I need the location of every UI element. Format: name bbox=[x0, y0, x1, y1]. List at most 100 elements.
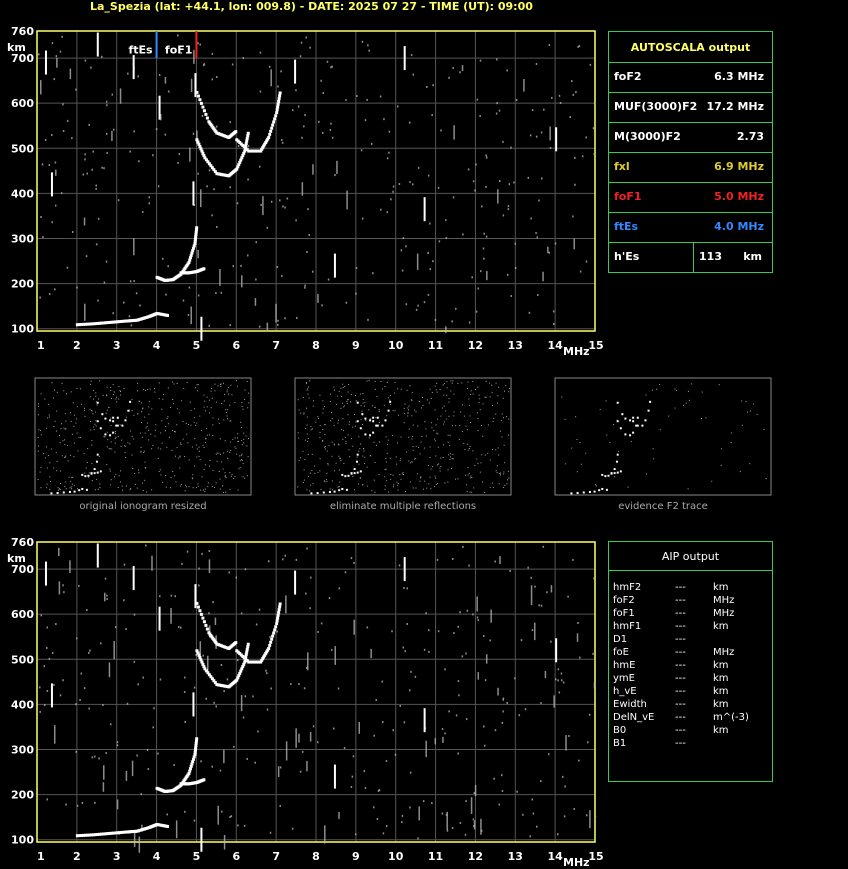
noise-dot bbox=[338, 811, 340, 819]
trace-point-f2_x bbox=[278, 605, 282, 609]
noise-dot bbox=[102, 704, 104, 707]
noise-dot bbox=[277, 85, 279, 88]
thumbnail-noise bbox=[492, 421, 494, 423]
noise-dot bbox=[543, 108, 545, 111]
x-tick-label: 13 bbox=[508, 339, 523, 352]
thumbnail-noise bbox=[91, 444, 93, 446]
thumbnail-noise bbox=[247, 438, 249, 440]
thumbnail-noise bbox=[312, 482, 314, 484]
noise-dot bbox=[106, 104, 108, 107]
trace-point-f2_second bbox=[205, 116, 209, 120]
noise-dot bbox=[197, 294, 200, 297]
noise-dot bbox=[585, 260, 588, 263]
noise-dot bbox=[105, 132, 108, 135]
thumbnail-noise bbox=[310, 472, 312, 474]
thumbnail-noise bbox=[375, 417, 377, 419]
thumbnail-noise bbox=[585, 452, 587, 454]
noise-dot bbox=[397, 105, 399, 108]
thumbnail-noise bbox=[110, 484, 112, 486]
thumbnail-noise bbox=[309, 490, 311, 492]
noise-dot bbox=[508, 183, 511, 186]
thumbnail-noise bbox=[230, 420, 232, 422]
thumbnail-noise bbox=[80, 403, 82, 405]
thumbnail-trace bbox=[601, 473, 604, 476]
noise-dot bbox=[381, 680, 384, 683]
thumbnail-noise bbox=[457, 382, 459, 384]
thumbnail-noise bbox=[44, 398, 46, 400]
thumbnail-noise bbox=[165, 426, 167, 428]
thumbnail-noise bbox=[331, 489, 333, 491]
thumbnail-noise bbox=[248, 402, 250, 404]
thumbnail-noise bbox=[137, 390, 139, 392]
thumbnail-noise bbox=[399, 459, 401, 461]
thumbnail-noise bbox=[674, 388, 676, 390]
thumbnail-noise bbox=[220, 385, 222, 387]
noise-dot bbox=[76, 637, 78, 640]
thumbnail-noise bbox=[507, 470, 509, 472]
noise-dot bbox=[223, 690, 225, 693]
noise-dot bbox=[95, 184, 97, 187]
noise-dot bbox=[111, 130, 113, 141]
noise-dot bbox=[86, 172, 88, 175]
noise-dot bbox=[572, 93, 575, 96]
thumbnail-noise bbox=[176, 447, 178, 449]
noise-dot bbox=[533, 622, 536, 641]
y-tick-label: 760 bbox=[11, 25, 34, 38]
thumbnail-noise bbox=[172, 398, 174, 400]
trace-spike bbox=[333, 253, 336, 278]
thumbnail-noise bbox=[469, 415, 471, 417]
noise-dot bbox=[75, 750, 78, 753]
thumbnail-noise bbox=[151, 489, 153, 491]
thumbnail-noise bbox=[371, 490, 373, 492]
aip-label: hmF2 bbox=[613, 582, 642, 593]
thumbnail-noise bbox=[114, 442, 116, 444]
aip-unit: km bbox=[713, 699, 729, 710]
thumbnail-noise bbox=[115, 432, 117, 434]
thumbnail-noise bbox=[467, 474, 469, 476]
thumbnail-noise bbox=[180, 483, 182, 485]
noise-dot bbox=[482, 247, 485, 250]
noise-dot bbox=[388, 151, 390, 154]
trace-point-f2_x bbox=[277, 608, 281, 612]
thumbnail-noise bbox=[497, 447, 499, 449]
noise-dot bbox=[451, 320, 453, 323]
thumbnail-noise bbox=[131, 454, 133, 456]
noise-dot bbox=[502, 710, 504, 713]
thumbnail-noise bbox=[324, 424, 326, 426]
thumbnail-noise bbox=[477, 386, 479, 388]
thumbnail-noise bbox=[214, 390, 216, 392]
trace-point-f2_second bbox=[202, 620, 206, 624]
y-tick-label: 100 bbox=[11, 323, 34, 336]
noise-dot bbox=[370, 648, 372, 659]
aip-value: --- bbox=[675, 634, 686, 645]
thumbnail-noise bbox=[157, 457, 159, 459]
noise-dot bbox=[300, 41, 303, 44]
noise-dot bbox=[461, 655, 464, 658]
noise-dot bbox=[412, 73, 415, 76]
noise-dot bbox=[95, 187, 97, 190]
thumbnail-noise bbox=[184, 456, 186, 458]
noise-dot bbox=[129, 150, 131, 153]
noise-dot bbox=[40, 216, 42, 219]
thumbnail-noise bbox=[388, 491, 390, 493]
thumbnail-noise bbox=[196, 422, 198, 424]
trace-point-f2_x bbox=[275, 111, 279, 115]
noise-dot bbox=[184, 676, 186, 679]
noise-dot bbox=[554, 678, 557, 681]
thumbnail-noise bbox=[497, 395, 499, 397]
thumbnail-noise bbox=[473, 487, 475, 489]
thumbnail-noise bbox=[442, 457, 444, 459]
trace-spike bbox=[555, 127, 558, 152]
noise-dot bbox=[202, 64, 205, 67]
noise-dot bbox=[237, 824, 239, 827]
thumbnail-noise bbox=[685, 402, 687, 404]
noise-dot bbox=[530, 217, 532, 220]
noise-dot bbox=[137, 75, 139, 78]
row-divider bbox=[693, 242, 694, 272]
noise-dot bbox=[361, 40, 364, 43]
thumbnail-noise bbox=[306, 407, 308, 409]
noise-dot bbox=[219, 769, 222, 772]
noise-dot bbox=[372, 806, 375, 809]
trace-point-f2_x bbox=[267, 647, 271, 651]
trace-point-f2_x bbox=[277, 97, 281, 101]
